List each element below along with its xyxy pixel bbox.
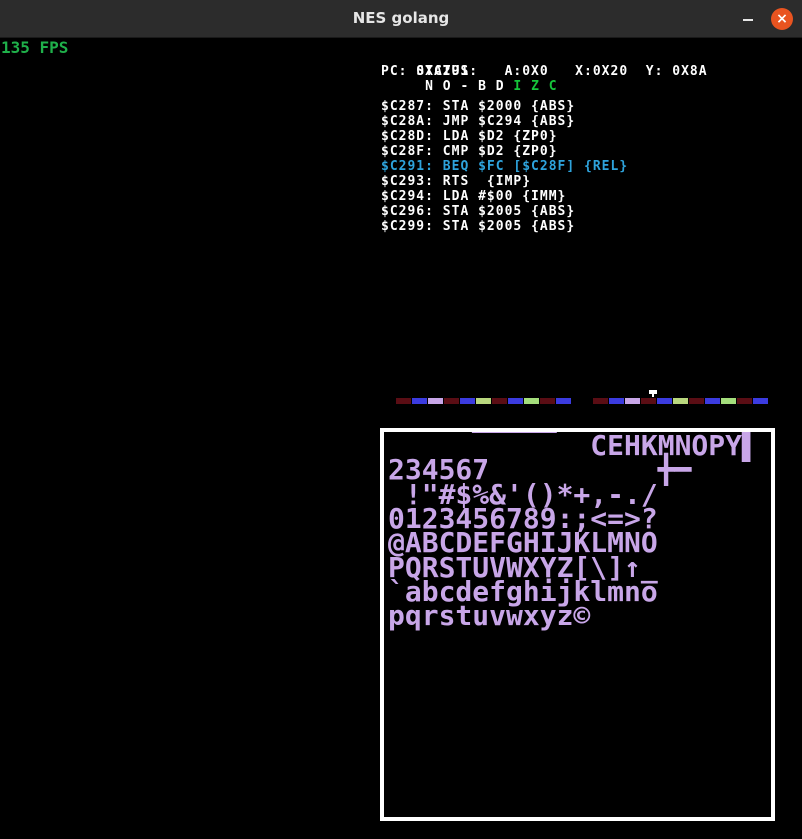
- pattern-table-row: pqrstuvwxyz©: [388, 599, 591, 633]
- status-flag: -: [451, 79, 470, 94]
- disassembly-line: $C299: STA $2005 {ABS}: [381, 219, 576, 234]
- palette-swatch[interactable]: [556, 398, 571, 404]
- window-title: NES golang: [352, 9, 450, 27]
- title-bar[interactable]: NES golang ×: [0, 0, 802, 38]
- palette-swatch[interactable]: [609, 398, 624, 404]
- palette-swatch[interactable]: [705, 398, 720, 404]
- app-window: NES golang × 135 FPS STATUS: N O - B D I…: [0, 0, 802, 839]
- status-flag: I: [504, 79, 523, 94]
- palette-swatch[interactable]: [753, 398, 768, 404]
- disassembly-line: $C28D: LDA $D2 {ZP0}: [381, 129, 558, 144]
- disassembly-line: $C28F: CMP $D2 {ZP0}: [381, 144, 558, 159]
- palette-swatch[interactable]: [428, 398, 443, 404]
- pattern-table-viewer: ▔▔▔▔▔ CEHKMNOPY▌ 234567 ╋━ !"#$%&'()*+,-.…: [380, 428, 775, 821]
- status-flags: N O - B D I Z C: [416, 79, 557, 94]
- minimize-button[interactable]: [738, 9, 758, 29]
- disassembly-list: $C287: STA $2000 {ABS} $C28A: JMP $C294 {…: [381, 99, 628, 234]
- palette-selection-marker: [649, 390, 657, 397]
- palette-swatch[interactable]: [641, 398, 656, 404]
- palette-swatch[interactable]: [460, 398, 475, 404]
- status-flag: N: [416, 79, 434, 94]
- palette-swatch[interactable]: [721, 398, 736, 404]
- status-flag: O: [433, 79, 452, 94]
- palette-strip[interactable]: [396, 398, 778, 404]
- disassembly-line: $C296: STA $2005 {ABS}: [381, 204, 576, 219]
- palette-swatch[interactable]: [508, 398, 523, 404]
- disassembly-line: $C28A: JMP $C294 {ABS}: [381, 114, 576, 129]
- palette-swatch[interactable]: [476, 398, 491, 404]
- palette-swatch[interactable]: [657, 398, 672, 404]
- status-flag: Z: [522, 79, 540, 94]
- palette-swatch[interactable]: [593, 398, 608, 404]
- cpu-registers: PC: 0XC291 A:0X0 X:0X20 Y: 0X8A: [381, 64, 708, 79]
- palette-swatch[interactable]: [625, 398, 640, 404]
- palette-swatch[interactable]: [396, 398, 411, 404]
- status-flag: C: [539, 79, 558, 94]
- status-flag: D: [486, 79, 505, 94]
- fps-counter: 135 FPS: [1, 38, 69, 57]
- minimize-icon: [743, 19, 753, 21]
- palette-swatch[interactable]: [524, 398, 539, 404]
- disassembly-line: $C294: LDA #$00 {IMM}: [381, 189, 567, 204]
- disassembly-line: $C287: STA $2000 {ABS}: [381, 99, 576, 114]
- close-button[interactable]: ×: [771, 8, 793, 30]
- palette-swatch[interactable]: [492, 398, 507, 404]
- palette-swatch[interactable]: [412, 398, 427, 404]
- disassembly-line-current: $C291: BEQ $FC [$C28F] {REL}: [381, 159, 629, 174]
- palette-swatch[interactable]: [673, 398, 688, 404]
- palette-swatch[interactable]: [444, 398, 459, 404]
- disassembly-line: $C293: RTS {IMP}: [381, 174, 532, 189]
- palette-swatch[interactable]: [689, 398, 704, 404]
- status-flag: B: [469, 79, 487, 94]
- palette-swatch[interactable]: [540, 398, 555, 404]
- palette-swatch[interactable]: [737, 398, 752, 404]
- close-icon: ×: [776, 11, 788, 27]
